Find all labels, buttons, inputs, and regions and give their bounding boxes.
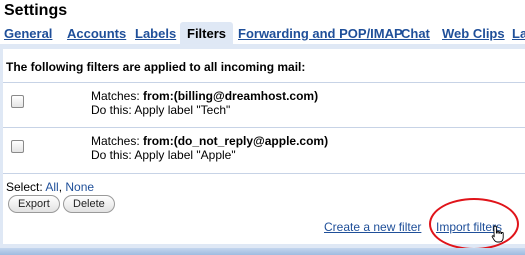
select-none-link[interactable]: None [65, 180, 94, 194]
tab-labs[interactable]: La [512, 26, 525, 41]
filter-matches: Matches: from:(billing@dreamhost.com) [91, 89, 319, 103]
filter-row: Matches: from:(do_not_reply@apple.com) D… [3, 127, 525, 169]
select-all-link[interactable]: All [45, 180, 58, 194]
filter-checkbox[interactable] [11, 140, 24, 153]
settings-tabs: General Accounts Labels Filters Forwardi… [0, 22, 525, 44]
filter-action: Do this: Apply label "Apple" [91, 148, 236, 162]
select-controls: Select: All, None [6, 180, 95, 194]
filter-matches: Matches: from:(do_not_reply@apple.com) [91, 134, 329, 148]
tab-forwarding[interactable]: Forwarding and POP/IMAP [238, 26, 403, 41]
create-filter-link[interactable]: Create a new filter [324, 220, 421, 234]
filters-panel: The following filters are applied to all… [0, 44, 525, 255]
filters-header: The following filters are applied to all… [6, 60, 306, 74]
filter-checkbox[interactable] [11, 95, 24, 108]
tab-chat[interactable]: Chat [401, 26, 430, 41]
tab-accounts[interactable]: Accounts [67, 26, 126, 41]
tab-general[interactable]: General [4, 26, 52, 41]
tab-filters[interactable]: Filters [180, 22, 234, 44]
delete-button[interactable]: Delete [63, 195, 115, 213]
divider [3, 173, 525, 174]
filter-row: Matches: from:(billing@dreamhost.com) Do… [3, 82, 525, 124]
tab-web-clips[interactable]: Web Clips [442, 26, 505, 41]
hand-cursor-icon [491, 225, 504, 243]
highlight-circle [429, 198, 519, 250]
bottom-strip [0, 248, 525, 255]
tab-labels[interactable]: Labels [135, 26, 176, 41]
export-button[interactable]: Export [8, 195, 60, 213]
page-title: Settings [4, 2, 68, 19]
filters-content: The following filters are applied to all… [3, 49, 525, 250]
filter-action: Do this: Apply label "Tech" [91, 103, 231, 117]
